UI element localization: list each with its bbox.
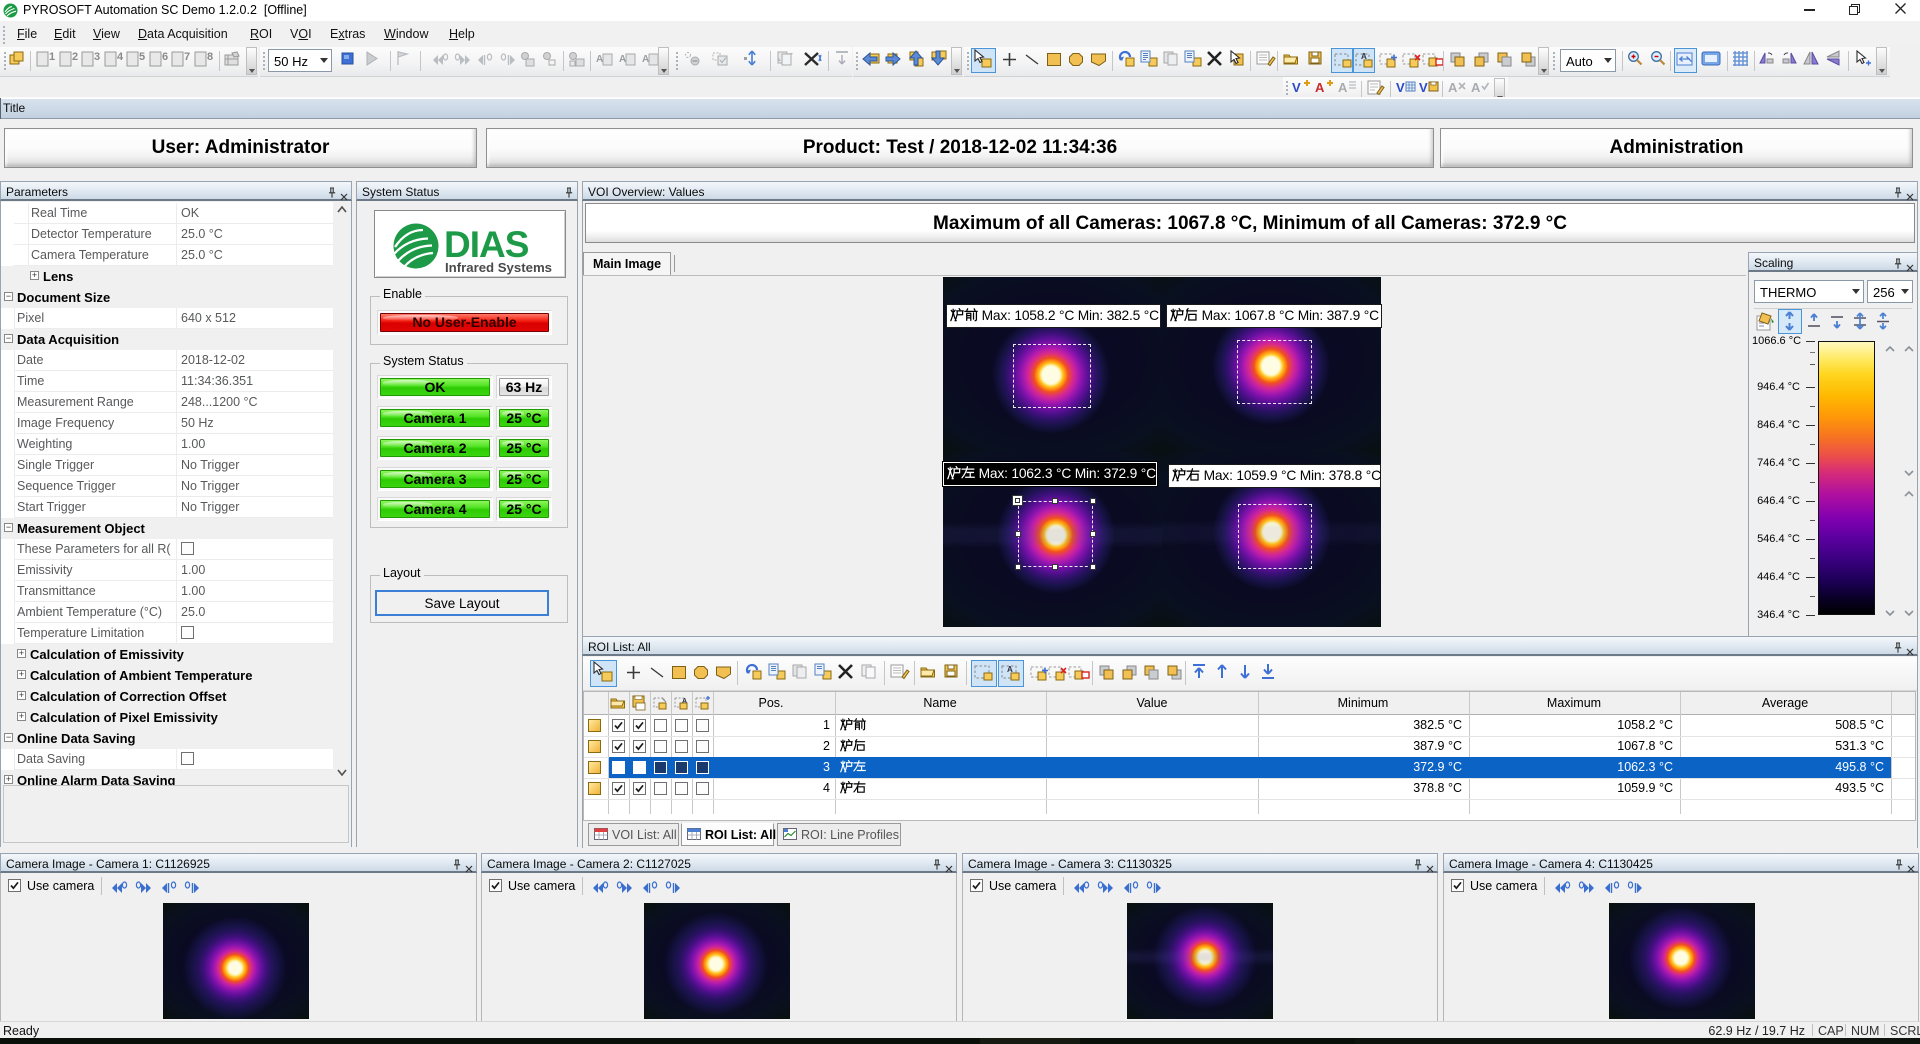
svg-text:5: 5 (139, 51, 145, 63)
svg-text:1: 1 (49, 51, 55, 63)
svg-text:A: A (1338, 80, 1348, 95)
svg-text:A: A (1448, 80, 1458, 95)
svg-text:8: 8 (207, 51, 213, 63)
svg-text:V: V (1292, 80, 1301, 95)
svg-text:A: A (619, 54, 626, 65)
svg-text:A: A (682, 698, 687, 705)
svg-text:V: V (1419, 80, 1428, 95)
svg-text:V: V (1396, 80, 1405, 95)
svg-text:3: 3 (94, 51, 100, 63)
svg-text:4: 4 (117, 51, 124, 63)
svg-text:A: A (1007, 665, 1013, 674)
svg-text:A: A (1361, 52, 1367, 61)
svg-text:A: A (1315, 80, 1325, 95)
svg-text:2: 2 (72, 51, 78, 63)
svg-text:A: A (1471, 80, 1481, 95)
svg-text:A: A (642, 54, 649, 65)
svg-text:A: A (596, 54, 603, 65)
svg-text:6: 6 (162, 51, 168, 63)
svg-text:Infrared Systems: Infrared Systems (445, 260, 552, 275)
svg-text:7: 7 (184, 51, 190, 63)
svg-text:DIAS: DIAS (444, 224, 529, 265)
